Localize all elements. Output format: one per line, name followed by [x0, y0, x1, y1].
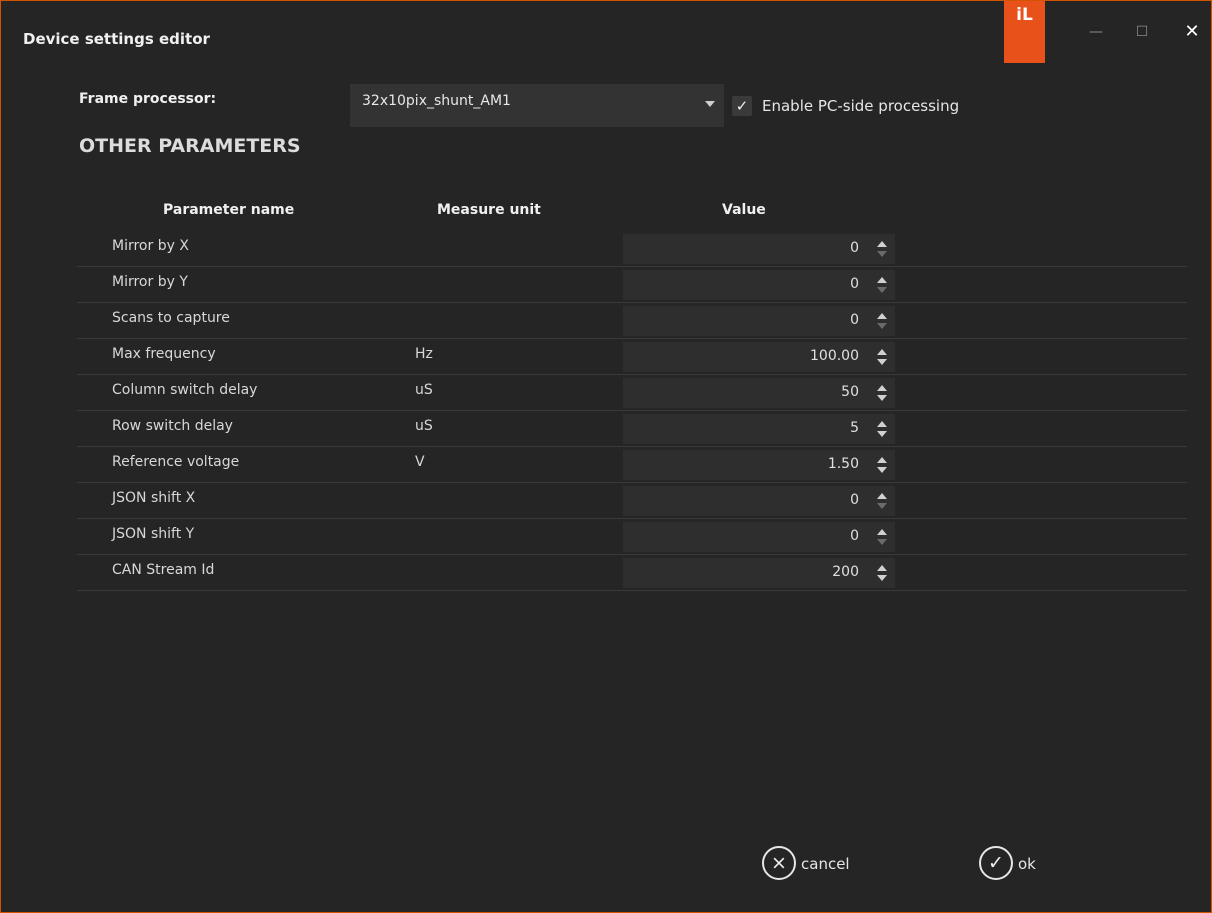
value-text: 5 [850, 420, 859, 436]
table-row: Mirror by X 0 [77, 231, 1187, 267]
cancel-button[interactable]: ⨯ cancel [762, 846, 872, 880]
chevron-down-icon [705, 101, 715, 107]
section-title: OTHER PARAMETERS [79, 135, 301, 157]
table-row: CAN Stream Id 200 [77, 555, 1187, 591]
spin-down-icon[interactable] [877, 539, 887, 545]
maximize-button[interactable]: ☐ [1129, 19, 1155, 45]
column-header-parameter-name: Parameter name [163, 202, 295, 218]
parameter-name: Reference voltage [112, 454, 240, 470]
brand-logo-icon: iL [1004, 1, 1045, 63]
parameter-name: Mirror by Y [112, 274, 188, 290]
window-title: Device settings editor [23, 30, 210, 48]
frame-processor-dropdown[interactable]: 32x10pix_shunt_AM1 [350, 84, 724, 127]
parameter-name: Mirror by X [112, 238, 189, 254]
measure-unit: uS [415, 418, 433, 434]
value-text: 0 [850, 276, 859, 292]
spin-down-icon[interactable] [877, 323, 887, 329]
table-row: Max frequency Hz 100.00 [77, 339, 1187, 375]
value-spinbox[interactable]: 200 [623, 558, 895, 588]
table-row: Row switch delay uS 5 [77, 411, 1187, 447]
value-text: 0 [850, 240, 859, 256]
parameter-name: JSON shift Y [112, 526, 195, 542]
value-spinbox[interactable]: 1.50 [623, 450, 895, 480]
value-text: 200 [832, 564, 859, 580]
spin-up-icon[interactable] [877, 457, 887, 463]
enable-pc-processing-label[interactable]: Enable PC-side processing [762, 97, 959, 115]
enable-pc-processing-checkbox[interactable]: ✓ [732, 96, 752, 116]
ok-icon: ✓ [979, 846, 1013, 880]
parameter-name: JSON shift X [112, 490, 196, 506]
device-settings-dialog: Device settings editor iL — ☐ ✕ Frame pr… [0, 0, 1212, 913]
parameter-name: Column switch delay [112, 382, 258, 398]
column-header-value: Value [722, 202, 766, 218]
parameter-name: Max frequency [112, 346, 216, 362]
frame-processor-selected: 32x10pix_shunt_AM1 [362, 93, 511, 109]
value-spinbox[interactable]: 100.00 [623, 342, 895, 372]
value-spinbox[interactable]: 0 [623, 522, 895, 552]
value-spinbox[interactable]: 50 [623, 378, 895, 408]
ok-button[interactable]: ✓ ok [979, 846, 1059, 880]
measure-unit: uS [415, 382, 433, 398]
spin-down-icon[interactable] [877, 395, 887, 401]
spin-down-icon[interactable] [877, 431, 887, 437]
spin-down-icon[interactable] [877, 575, 887, 581]
value-text: 0 [850, 492, 859, 508]
checkmark-icon: ✓ [735, 97, 749, 115]
value-text: 0 [850, 312, 859, 328]
table-row: Scans to capture 0 [77, 303, 1187, 339]
spin-up-icon[interactable] [877, 313, 887, 319]
value-text: 0 [850, 528, 859, 544]
title-bar[interactable]: Device settings editor iL — ☐ ✕ [1, 1, 1211, 63]
value-spinbox[interactable]: 0 [623, 486, 895, 516]
cancel-label: cancel [801, 855, 850, 873]
spin-up-icon[interactable] [877, 421, 887, 427]
table-row: JSON shift X 0 [77, 483, 1187, 519]
value-text: 100.00 [810, 348, 859, 364]
spin-down-icon[interactable] [877, 467, 887, 473]
value-spinbox[interactable]: 0 [623, 306, 895, 336]
table-row: Reference voltage V 1.50 [77, 447, 1187, 483]
measure-unit: Hz [415, 346, 433, 362]
parameter-name: CAN Stream Id [112, 562, 215, 578]
spin-down-icon[interactable] [877, 287, 887, 293]
parameter-name: Row switch delay [112, 418, 233, 434]
spin-up-icon[interactable] [877, 529, 887, 535]
frame-processor-label: Frame processor: [79, 91, 217, 107]
cancel-icon: ⨯ [762, 846, 796, 880]
spin-down-icon[interactable] [877, 251, 887, 257]
value-spinbox[interactable]: 0 [623, 234, 895, 264]
parameter-name: Scans to capture [112, 310, 230, 326]
value-text: 1.50 [827, 456, 859, 472]
ok-label: ok [1018, 855, 1036, 873]
close-button[interactable]: ✕ [1179, 19, 1205, 45]
spin-down-icon[interactable] [877, 503, 887, 509]
spin-up-icon[interactable] [877, 385, 887, 391]
value-text: 50 [841, 384, 859, 400]
spin-up-icon[interactable] [877, 493, 887, 499]
spin-up-icon[interactable] [877, 241, 887, 247]
spin-up-icon[interactable] [877, 349, 887, 355]
table-row: Column switch delay uS 50 [77, 375, 1187, 411]
parameters-table: Mirror by X 0 Mirror by Y 0 Scans to cap… [77, 231, 1187, 591]
measure-unit: V [415, 454, 425, 470]
minimize-button[interactable]: — [1083, 19, 1109, 45]
table-row: Mirror by Y 0 [77, 267, 1187, 303]
value-spinbox[interactable]: 5 [623, 414, 895, 444]
column-header-measure-unit: Measure unit [437, 202, 541, 218]
spin-up-icon[interactable] [877, 565, 887, 571]
value-spinbox[interactable]: 0 [623, 270, 895, 300]
table-row: JSON shift Y 0 [77, 519, 1187, 555]
spin-down-icon[interactable] [877, 359, 887, 365]
spin-up-icon[interactable] [877, 277, 887, 283]
